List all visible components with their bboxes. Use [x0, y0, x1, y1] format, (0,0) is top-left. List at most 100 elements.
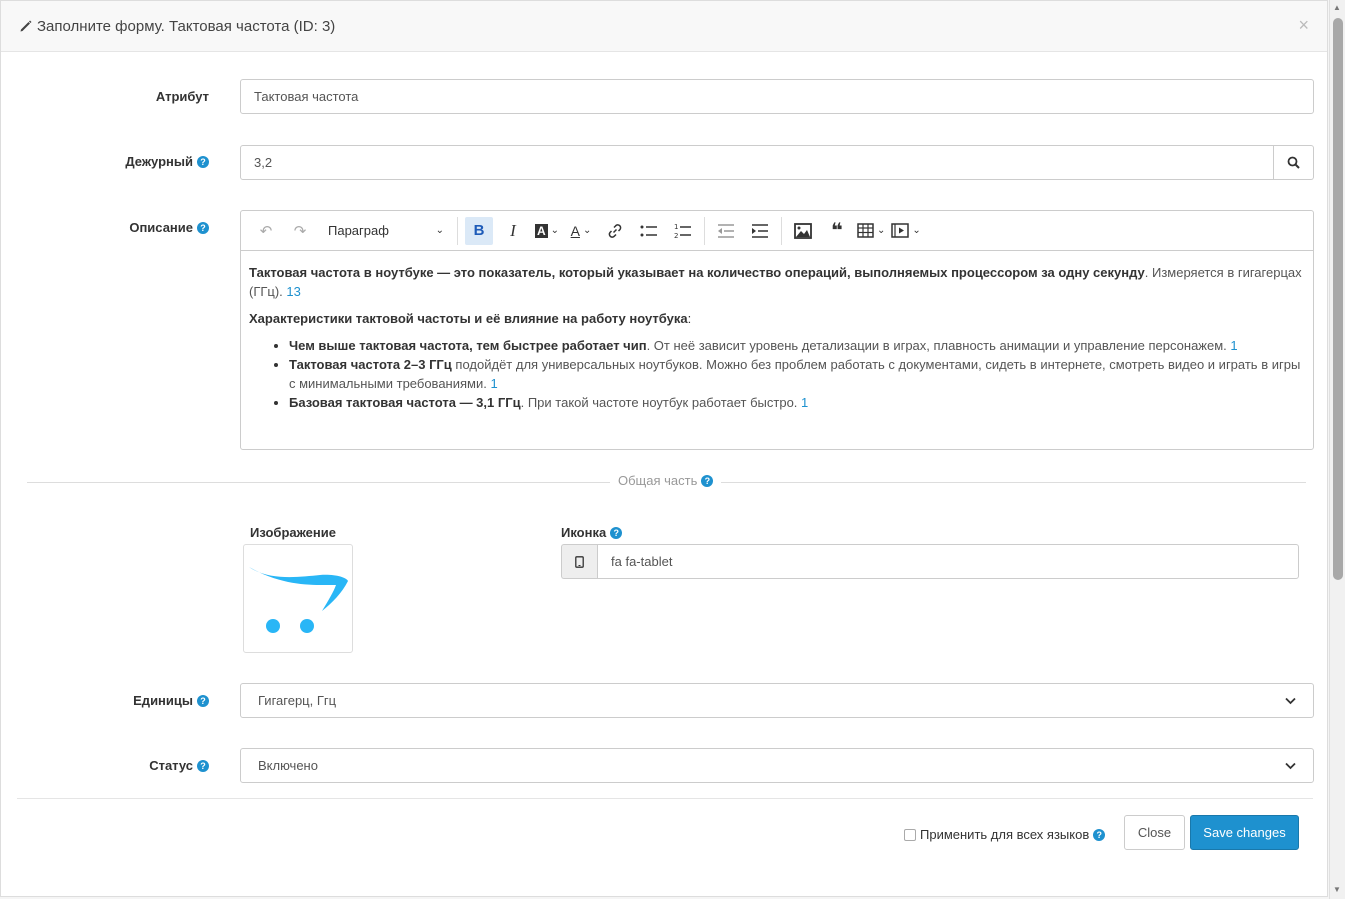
highlight-icon[interactable]: A ⌄ [533, 217, 561, 245]
apply-all-checkbox[interactable] [904, 828, 916, 841]
duty-input-value: 3,2 [254, 155, 273, 170]
footer-divider [17, 798, 1313, 799]
image-thumbnail[interactable] [243, 544, 353, 653]
close-button[interactable]: Close [1124, 815, 1185, 850]
content-paragraph: Тактовая частота в ноутбуке — это показа… [249, 263, 1305, 301]
svg-text:1: 1 [674, 223, 678, 231]
content-list: Чем выше тактовая частота, тем быстрее р… [249, 336, 1305, 412]
toolbar-separator [781, 216, 782, 245]
paragraph-select-value: Параграф [328, 223, 389, 238]
icon-preview [561, 544, 597, 579]
modal-header: Заполните форму. Тактовая частота (ID: 3… [1, 1, 1327, 52]
apply-all-label[interactable]: Применить для всех языков [920, 827, 1089, 842]
blockquote-icon[interactable]: ❝ [823, 217, 851, 245]
content-reference[interactable]: 1 [490, 376, 497, 391]
attribute-label-text: Атрибут [155, 89, 209, 104]
rich-text-editor[interactable]: ↶ ↷ Параграф ⌄ B I A ⌄ A ⌄ 12 ❝ ⌄ ⌄ Такт… [240, 210, 1314, 450]
modal-dialog: Заполните форму. Тактовая частота (ID: 3… [0, 0, 1328, 897]
image-label: Изображение [250, 525, 336, 540]
content-bold-text: Чем выше тактовая частота, тем быстрее р… [289, 338, 647, 353]
pencil-icon [20, 20, 32, 32]
icon-label: Иконка ? [561, 525, 623, 540]
status-select[interactable]: Включено [240, 748, 1314, 783]
italic-icon[interactable]: I [499, 217, 527, 245]
duty-input[interactable]: 3,2 [240, 145, 1274, 180]
units-label-text: Единицы [133, 693, 193, 708]
scroll-down-icon[interactable]: ▼ [1333, 885, 1341, 894]
link-icon[interactable] [601, 217, 629, 245]
content-text: . При такой частоте ноутбук работает быс… [520, 395, 802, 410]
common-section-label: Общая часть ? [610, 473, 722, 488]
icon-label-text: Иконка [561, 525, 607, 540]
attribute-input-value: Тактовая частота [254, 89, 359, 104]
content-bold-text: Тактовая частота в ноутбуке — это показа… [249, 265, 1145, 280]
description-label-text: Описание [129, 220, 193, 235]
help-icon[interactable]: ? [610, 526, 623, 539]
cart-logo-icon [249, 567, 348, 633]
chevron-down-icon [1285, 762, 1296, 769]
status-label: Статус ? [149, 758, 209, 773]
icon-input[interactable]: fa fa-tablet [597, 544, 1299, 579]
description-label: Описание ? [129, 220, 209, 235]
help-icon[interactable]: ? [1093, 828, 1106, 841]
help-icon[interactable]: ? [197, 694, 209, 707]
units-label: Единицы ? [133, 693, 209, 708]
scrollbar[interactable]: ▲ ▼ [1329, 0, 1345, 899]
attribute-label: Атрибут [156, 89, 209, 104]
outdent-icon[interactable] [712, 217, 740, 245]
bulleted-list-icon[interactable] [635, 217, 663, 245]
help-icon[interactable]: ? [197, 759, 209, 772]
content-text: . От неё зависит уровень детализации в и… [646, 338, 1231, 353]
help-icon[interactable]: ? [701, 474, 714, 487]
list-item: Базовая тактовая частота — 3,1 ГГц. При … [289, 393, 1305, 412]
status-select-value: Включено [258, 758, 318, 773]
editor-content[interactable]: Тактовая частота в ноутбуке — это показа… [241, 251, 1313, 424]
table-icon[interactable]: ⌄ [857, 217, 885, 245]
attribute-input[interactable]: Тактовая частота [240, 79, 1314, 114]
content-reference[interactable]: 1 [801, 395, 808, 410]
help-icon[interactable]: ? [197, 221, 209, 234]
toolbar-separator [704, 216, 705, 245]
modal-title-text: Заполните форму. Тактовая частота (ID: 3… [37, 17, 336, 35]
tablet-icon [575, 555, 584, 568]
content-paragraph: Характеристики тактовой частоты и её вли… [249, 309, 1305, 328]
content-bold-text: Характеристики тактовой частоты и её вли… [249, 311, 688, 326]
chevron-down-icon: ⌄ [435, 225, 444, 236]
editor-toolbar: ↶ ↷ Параграф ⌄ B I A ⌄ A ⌄ 12 ❝ ⌄ ⌄ [241, 211, 1313, 251]
units-select-value: Гигагерц, Ггц [258, 693, 337, 708]
close-icon[interactable]: × [1298, 16, 1309, 34]
content-text: : [687, 311, 692, 326]
content-reference[interactable]: 1 [1230, 338, 1237, 353]
apply-all-languages: Применить для всех языков ? [904, 827, 1106, 842]
list-item: Тактовая частота 2–3 ГГц подойдёт для ун… [289, 355, 1305, 393]
content-reference[interactable]: 13 [286, 284, 300, 299]
media-icon[interactable]: ⌄ [891, 217, 921, 245]
content-bold-text: Тактовая частота 2–3 ГГц [289, 357, 452, 372]
image-icon[interactable] [789, 217, 817, 245]
paragraph-select[interactable]: Параграф ⌄ [320, 217, 450, 245]
icon-input-value: fa fa-tablet [611, 554, 673, 569]
common-section-label-text: Общая часть [618, 473, 698, 488]
font-color-icon[interactable]: A ⌄ [567, 217, 595, 245]
duty-label: Дежурный ? [125, 154, 209, 169]
units-select[interactable]: Гигагерц, Ггц [240, 683, 1314, 718]
chevron-down-icon [1285, 697, 1296, 704]
search-icon [1287, 156, 1300, 169]
scroll-thumb[interactable] [1333, 18, 1343, 580]
duty-label-text: Дежурный [125, 154, 193, 169]
bold-icon[interactable]: B [465, 216, 493, 245]
list-item: Чем выше тактовая частота, тем быстрее р… [289, 336, 1305, 355]
status-label-text: Статус [149, 758, 193, 773]
indent-icon[interactable] [746, 217, 774, 245]
save-button[interactable]: Save changes [1190, 815, 1299, 850]
scroll-up-icon[interactable]: ▲ [1333, 3, 1341, 12]
content-bold-text: Базовая тактовая частота — 3,1 ГГц [289, 395, 521, 410]
modal-title: Заполните форму. Тактовая частота (ID: 3… [19, 18, 335, 35]
search-button[interactable] [1274, 145, 1314, 180]
help-icon[interactable]: ? [197, 155, 209, 168]
redo-icon[interactable]: ↷ [286, 217, 314, 245]
toolbar-separator [457, 216, 458, 245]
svg-text:2: 2 [674, 232, 678, 239]
numbered-list-icon[interactable]: 12 [669, 217, 697, 245]
undo-icon[interactable]: ↶ [252, 217, 280, 245]
